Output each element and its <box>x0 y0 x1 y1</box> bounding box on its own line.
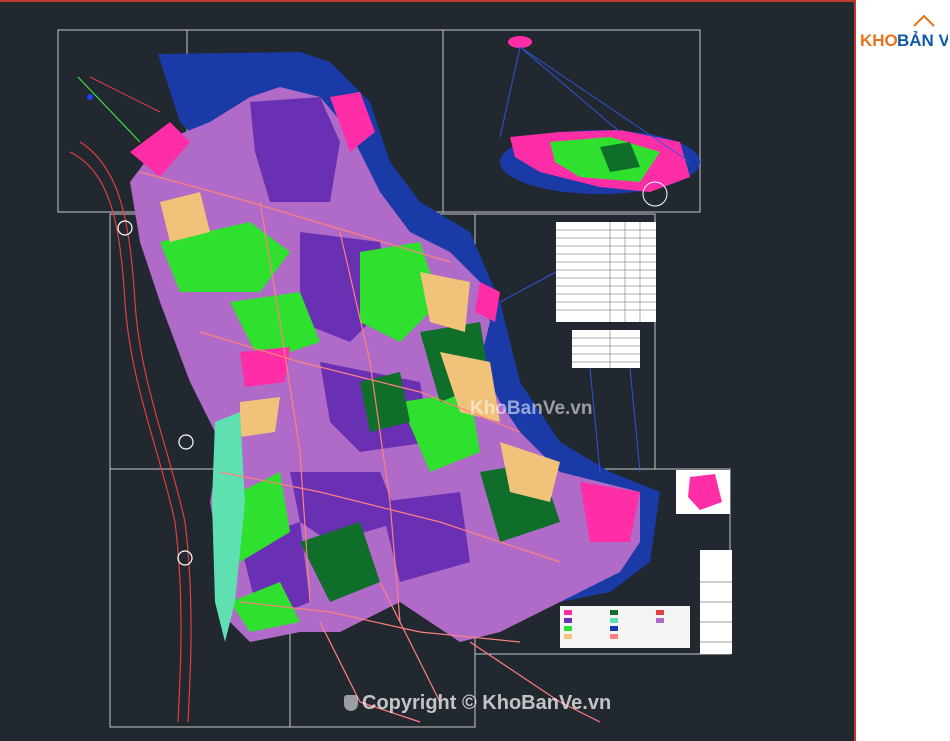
island-islet <box>508 36 532 48</box>
reference-line <box>89 76 161 113</box>
reference-point-icon <box>87 94 93 100</box>
map-legend <box>560 606 690 648</box>
logo-text-kho: KHO <box>860 31 898 50</box>
shield-icon <box>344 695 358 711</box>
summary-table <box>572 330 640 368</box>
leader-line <box>519 46 621 133</box>
logo-text-banve: BẢN VẼ <box>897 30 948 50</box>
house-roof-icon <box>913 14 935 27</box>
interchange-icon <box>177 550 193 566</box>
planning-map-svg <box>57 29 732 728</box>
leader-line <box>499 271 557 303</box>
table-sheet <box>556 222 656 322</box>
leader-line <box>499 46 521 138</box>
location-inset <box>676 470 730 514</box>
leader-line <box>629 367 641 473</box>
khobanve-logo[interactable]: KHO BẢN VẼ <box>860 12 948 52</box>
island-inset <box>499 36 700 207</box>
watermark-copyright-text: Copyright © KhoBanVe.vn <box>362 692 612 714</box>
watermark-center: KhoBanVe.vn <box>470 398 593 419</box>
screenshot-frame: KhoBanVe.vn Copyright © KhoBanVe.vn KHO … <box>0 0 950 741</box>
commercial-zone <box>240 347 290 387</box>
interchange-icon <box>178 434 194 450</box>
brand-panel: KHO BẢN VẼ <box>858 0 950 741</box>
coastal-zone <box>240 397 280 437</box>
commercial-zone <box>580 482 640 542</box>
leader-line <box>589 367 601 473</box>
interchange-icon <box>117 220 133 236</box>
cad-map-viewport[interactable]: KhoBanVe.vn Copyright © KhoBanVe.vn <box>0 0 856 741</box>
watermark-copyright: Copyright © KhoBanVe.vn <box>344 692 611 715</box>
